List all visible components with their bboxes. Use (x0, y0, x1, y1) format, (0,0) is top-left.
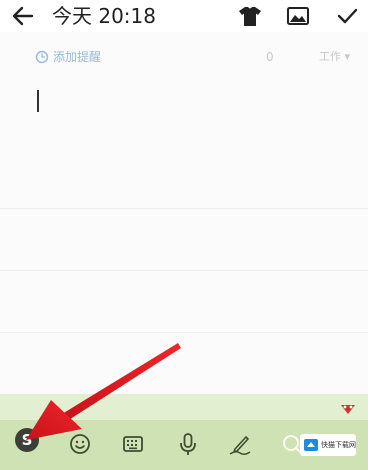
annotation-arrow (26, 343, 181, 440)
